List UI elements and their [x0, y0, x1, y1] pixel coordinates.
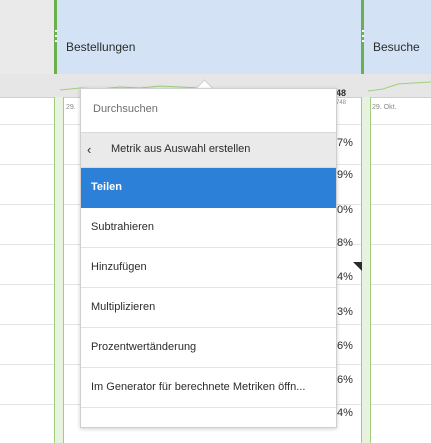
drag-handle-icon[interactable] — [362, 30, 364, 50]
percentage-value: 3% — [337, 306, 353, 318]
bar-indicator — [361, 97, 371, 443]
percentage-value: 8% — [337, 237, 353, 249]
chevron-left-icon: ‹ — [87, 142, 92, 157]
sparkline-date-right: 29. Okt. — [372, 104, 397, 111]
menu-item-label: Teilen — [91, 181, 122, 193]
percentage-value: 6% — [337, 374, 353, 386]
bar-indicator — [54, 97, 64, 443]
percentage-value: 0% — [337, 204, 353, 216]
sparkline-subvalue: 748 — [336, 100, 347, 106]
percentage-value: 7% — [337, 137, 353, 149]
column-title: Besuche — [373, 40, 420, 54]
menu-item-multiplizieren[interactable]: Multiplizieren — [81, 288, 336, 328]
percentage-value: 4% — [337, 407, 353, 419]
sparkline-total: 48 — [336, 88, 347, 98]
menu-item-label: Im Generator für berechnete Metriken öff… — [91, 381, 306, 393]
menu-item-label: Multiplizieren — [91, 301, 156, 313]
menu-back-label: Metrik aus Auswahl erstellen — [111, 143, 251, 155]
percentage-value: 6% — [337, 340, 353, 352]
percentage-value: 9% — [337, 169, 353, 181]
percentage-value: 4% — [337, 271, 353, 283]
menu-item-label: Hinzufügen — [91, 261, 147, 273]
column-title: Bestellungen — [66, 40, 136, 54]
cell-flag-icon — [353, 262, 362, 271]
menu-item-hinzufuegen[interactable]: Hinzufügen — [81, 248, 336, 288]
menu-item-teilen[interactable]: Teilen — [81, 168, 336, 208]
sparkline-chart — [368, 81, 431, 92]
menu-item-subtrahieren[interactable]: Subtrahieren — [81, 208, 336, 248]
menu-item-open-metric-builder[interactable]: Im Generator für berechnete Metriken öff… — [81, 368, 336, 408]
drag-handle-icon[interactable] — [55, 30, 57, 50]
sparkline-date-left: 29. — [66, 104, 76, 111]
menu-search-input[interactable]: Durchsuchen — [93, 103, 158, 115]
menu-item-label: Subtrahieren — [91, 221, 154, 233]
context-menu: Durchsuchen ‹ Metrik aus Auswahl erstell… — [80, 88, 337, 428]
menu-back-button[interactable]: ‹ Metrik aus Auswahl erstellen — [81, 132, 336, 168]
menu-item-prozentwertaenderung[interactable]: Prozentwertänderung — [81, 328, 336, 368]
menu-item-label: Prozentwertänderung — [91, 341, 197, 353]
